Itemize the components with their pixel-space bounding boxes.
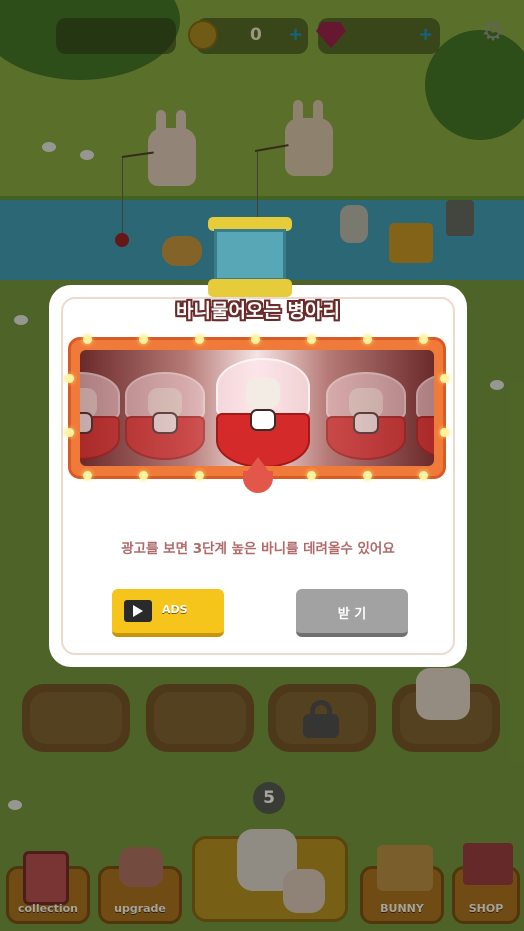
light-bulb [65,428,74,437]
light-bulb [195,471,204,480]
capsule-window [80,350,434,466]
light-bulb [307,471,316,480]
capsule-item [326,372,406,460]
capsule-item-selected [216,358,310,466]
light-bulb [195,335,204,344]
light-bulb [419,335,428,344]
ads-button-label: ADS [162,603,188,616]
capsule-item [80,372,120,460]
light-bulb [139,471,148,480]
light-bulb [363,471,372,480]
video-play-icon [124,600,152,622]
light-bulb [419,471,428,480]
claw-machine-icon [208,217,292,297]
light-bulb [440,428,449,437]
capsule-item [416,372,434,460]
receive-button-label: 받 기 [337,607,367,622]
gacha-popup: 바니물어오는 병아리 광고를 보면 3단계 높은 바니를 데려올수 있어요 AD… [49,285,467,667]
watch-ads-button[interactable]: ADS [112,589,224,637]
light-bulb [251,335,260,344]
light-bulb [83,335,92,344]
popup-title: 바니물어오는 병아리 [176,300,340,322]
light-bulb [307,335,316,344]
light-bulb [139,335,148,344]
light-bulb [65,374,74,383]
selection-pointer-icon [243,457,273,493]
light-bulb [83,471,92,480]
receive-button[interactable]: 받 기 [296,589,408,637]
light-bulb [440,374,449,383]
light-bulb [363,335,372,344]
popup-message: 광고를 보면 3단계 높은 바니를 데려올수 있어요 [121,541,395,557]
capsule-item [125,372,205,460]
